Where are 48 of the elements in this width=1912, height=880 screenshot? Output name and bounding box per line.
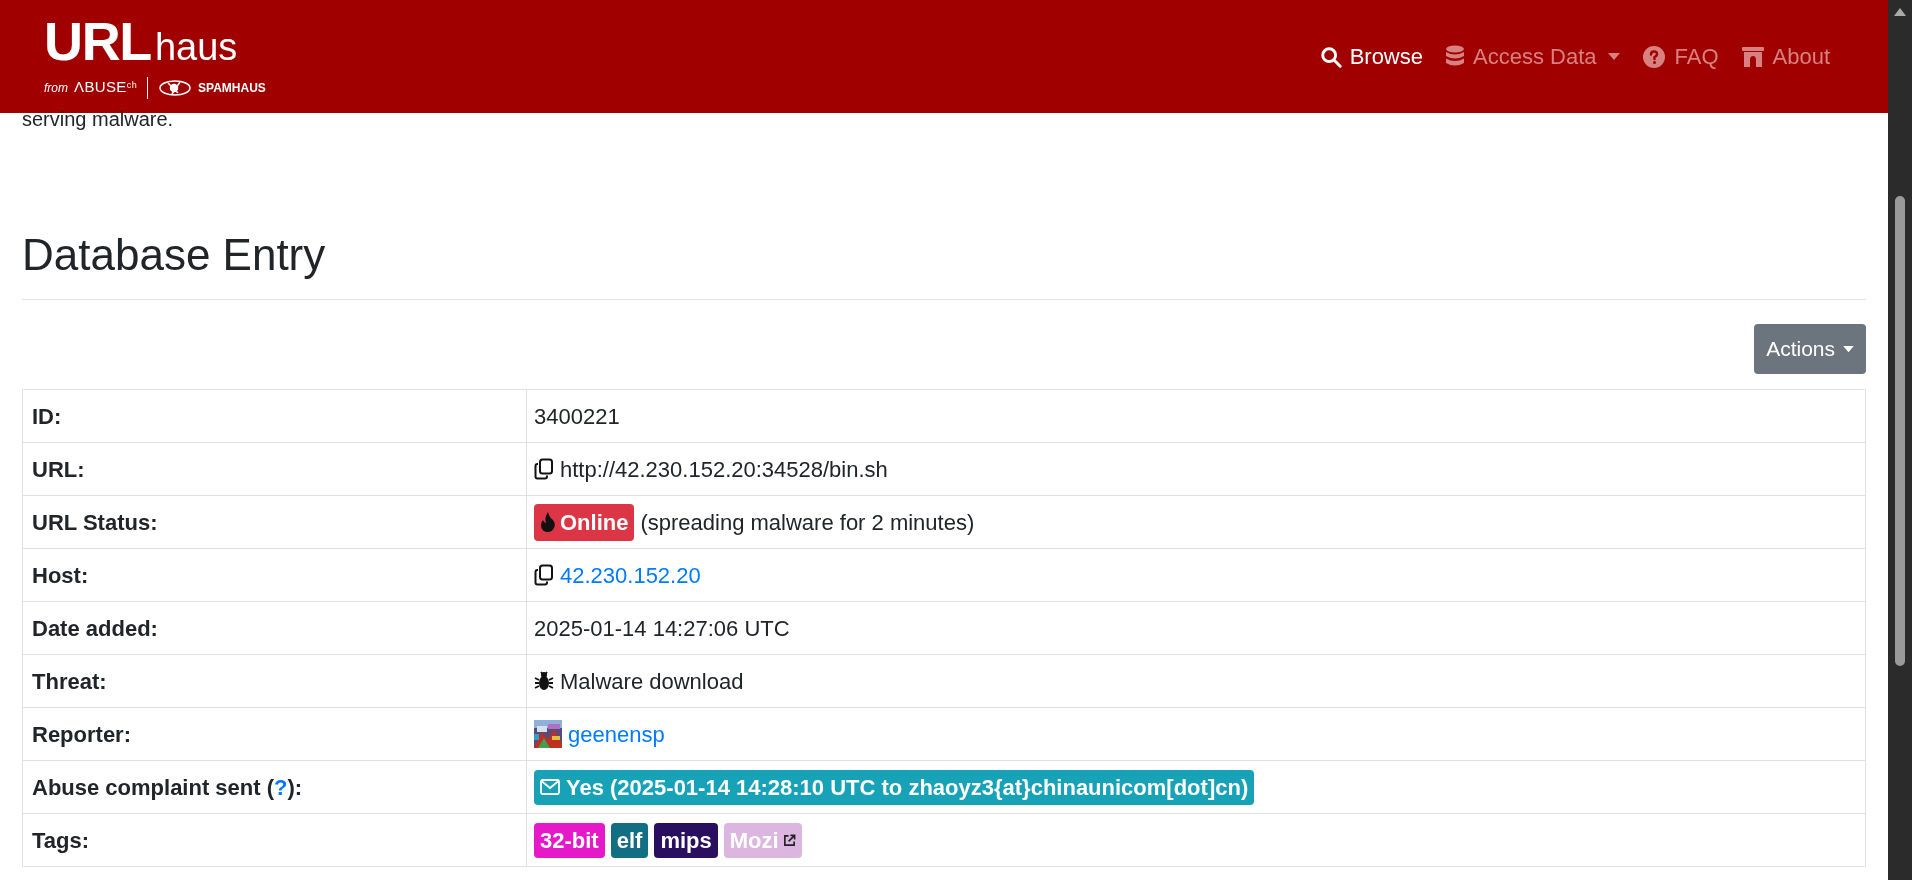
row-label: URL: <box>32 456 85 482</box>
status-note: (spreading malware for 2 minutes) <box>640 508 975 537</box>
row-label: Host: <box>32 562 89 588</box>
nav-link[interactable]: Access Data <box>1445 40 1621 73</box>
logo-text[interactable]: URL <box>44 14 151 69</box>
host-link[interactable]: 42.230.152.20 <box>560 558 701 592</box>
copy-icon[interactable] <box>534 458 554 480</box>
tag[interactable]: 32-bit <box>534 822 605 858</box>
external-link-icon <box>782 833 796 847</box>
page-heading: Database Entry <box>22 229 327 281</box>
id-value: 2025-01-14 14:27:06 UTC <box>534 615 790 641</box>
bug-icon <box>534 671 554 691</box>
caret-icon <box>1608 52 1621 61</box>
tag[interactable]: elf <box>610 822 649 858</box>
intro-text: serving malware. <box>22 107 175 131</box>
url-value: http://42.230.152.20:34528/bin.sh <box>560 455 888 484</box>
row-label: URL Status: <box>32 509 158 535</box>
nav-link[interactable]: FAQ <box>1642 40 1719 73</box>
row-label: Reporter: <box>32 721 131 747</box>
copy-icon[interactable] <box>534 564 554 586</box>
scrollbar[interactable] <box>1888 0 1912 880</box>
row-label: Date added: <box>32 615 158 641</box>
logo-subtext[interactable]: haus <box>154 28 238 67</box>
id-value: 3400221 <box>534 403 620 429</box>
help-icon <box>1642 44 1667 69</box>
row-label: Threat: <box>32 668 107 694</box>
logo-partner: SPAMHAUS <box>198 79 266 97</box>
nav-link[interactable]: Browse <box>1319 40 1423 73</box>
scroll-up-icon[interactable] <box>1894 8 1906 16</box>
flame-icon <box>540 512 556 532</box>
reporter-link[interactable]: geenensp <box>568 717 665 751</box>
caret-icon <box>1843 345 1854 353</box>
logo-abuse: ΛBUSE$^{ch}$ <box>74 77 137 98</box>
scrollbar-thumb[interactable] <box>1895 196 1905 666</box>
tag[interactable]: mips <box>654 822 718 858</box>
threat-value: Malware download <box>560 667 744 696</box>
row-label: Tags: <box>32 827 90 853</box>
row-label: ID: <box>32 403 62 429</box>
complaint-badge: Yes (2025-01-14 14:28:10 UTC to zhaoyz3{at}chinaunicom[dot]cn) <box>534 769 1255 805</box>
nav-link[interactable]: About <box>1740 40 1830 73</box>
search-icon <box>1319 45 1342 68</box>
status-badge: Online <box>534 503 635 541</box>
arch-icon <box>1740 44 1765 69</box>
logo-from: from <box>44 79 68 97</box>
row-label: Abuse complaint sent (?): <box>32 774 303 800</box>
envelope-icon <box>540 779 560 795</box>
help-link[interactable]: ? <box>274 774 288 800</box>
actions-button[interactable]: Actions <box>1754 324 1866 374</box>
